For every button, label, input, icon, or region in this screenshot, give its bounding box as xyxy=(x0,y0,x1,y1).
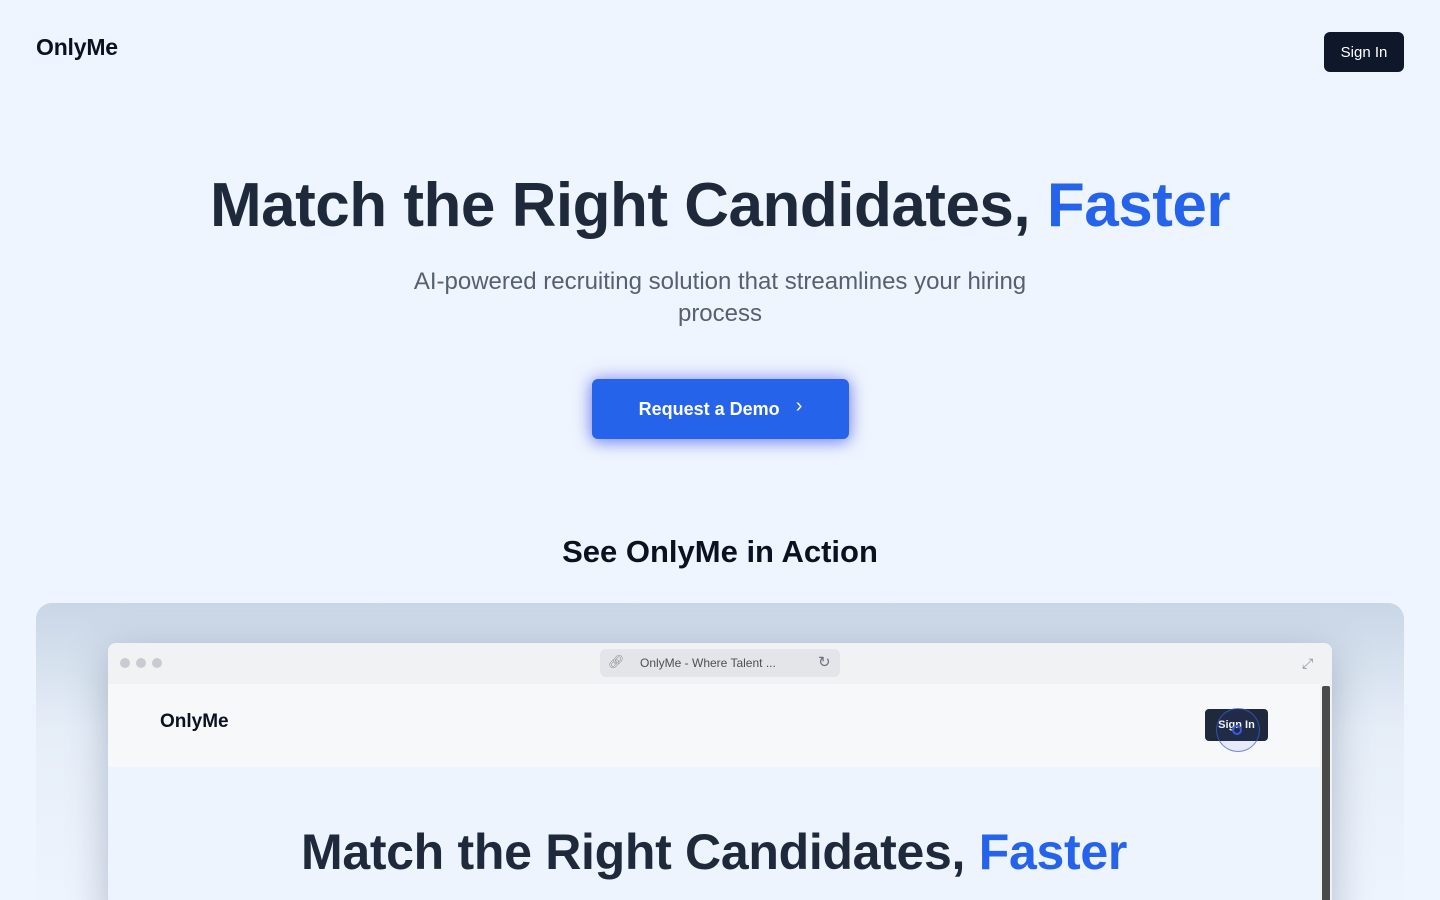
window-dot xyxy=(120,658,130,668)
preview-hero-title-main: Match the Right Candidates, xyxy=(300,824,979,880)
request-demo-label: Request a Demo xyxy=(638,398,780,419)
top-nav: OnlyMe Sign In xyxy=(0,0,1440,100)
address-bar[interactable]: 🔗︎ OnlyMe - Where Talent ... ↻ xyxy=(600,649,840,677)
cursor-icon xyxy=(1232,725,1242,735)
preview-logo: OnlyMe xyxy=(160,711,229,732)
hero-title-accent: Faster xyxy=(1046,171,1231,240)
logo[interactable]: OnlyMe xyxy=(36,34,118,61)
request-demo-button[interactable]: Request a Demo › xyxy=(592,379,849,439)
reload-icon[interactable]: ↻ xyxy=(818,653,831,671)
hero-title-main: Match the Right Candidates, xyxy=(210,171,1047,240)
browser-toolbar: 🔗︎ OnlyMe - Where Talent ... ↻ ⤢ xyxy=(108,643,1332,684)
landing-page: OnlyMe Sign In Match the Right Candidate… xyxy=(0,0,1440,900)
hero-title: Match the Right Candidates, Faster xyxy=(0,168,1440,244)
scrollbar-thumb[interactable] xyxy=(1322,686,1330,900)
sign-in-button[interactable]: Sign In xyxy=(1324,32,1404,72)
window-dot xyxy=(152,658,162,668)
chevron-right-icon: › xyxy=(795,394,803,417)
section-title: See OnlyMe in Action xyxy=(562,534,878,569)
browser-preview: 🔗︎ OnlyMe - Where Talent ... ↻ ⤢ OnlyMe … xyxy=(108,643,1332,900)
preview-scrollbar[interactable] xyxy=(1320,684,1332,900)
preview-hero: Match the Right Candidates, Faster xyxy=(108,767,1320,900)
preview-hero-title-accent: Faster xyxy=(978,824,1128,880)
address-bar-title: OnlyMe - Where Talent ... xyxy=(640,656,776,670)
hero-subtitle: AI-powered recruiting solution that stre… xyxy=(413,268,1027,327)
preview-hero-title: Match the Right Candidates, Faster xyxy=(108,823,1320,881)
expand-icon[interactable]: ⤢ xyxy=(1302,655,1313,672)
link-icon: 🔗︎ xyxy=(608,654,625,669)
preview-nav: OnlyMe Sign In xyxy=(108,684,1320,767)
window-dot xyxy=(136,658,146,668)
